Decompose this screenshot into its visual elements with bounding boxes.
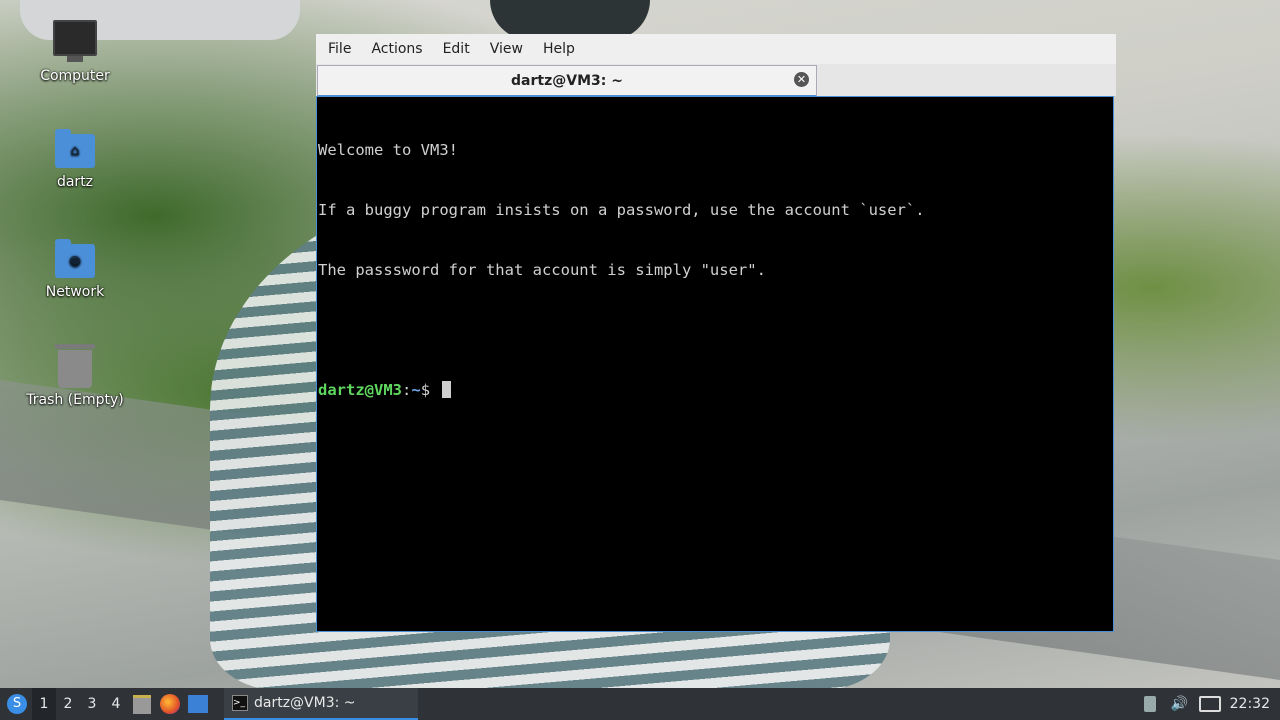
start-menu-icon: S	[7, 694, 27, 714]
desktop-icon-computer[interactable]: Computer	[25, 20, 125, 84]
volume-icon: 🔊	[1170, 696, 1189, 712]
show-desktop-icon	[188, 695, 208, 713]
prompt-line: dartz@VM3:~$	[318, 380, 1112, 400]
menu-actions[interactable]: Actions	[361, 34, 432, 64]
file-manager-launcher[interactable]	[128, 690, 156, 718]
clipboard-icon	[1143, 696, 1156, 712]
workspace-4[interactable]: 4	[104, 688, 128, 720]
desktop-launcher[interactable]	[184, 690, 212, 718]
menu-help[interactable]: Help	[533, 34, 585, 64]
task-label: dartz@VM3: ~	[254, 695, 356, 711]
terminal-tab[interactable]: dartz@VM3: ~ ✕	[317, 65, 817, 97]
tab-title: dartz@VM3: ~	[511, 72, 623, 89]
desktop-icon-label: Trash (Empty)	[26, 392, 124, 408]
terminal-output[interactable]: Welcome to VM3! If a buggy program insis…	[316, 96, 1114, 632]
prompt-symbol: $	[420, 381, 440, 399]
tab-bar: dartz@VM3: ~ ✕	[316, 64, 1116, 97]
close-tab-icon[interactable]: ✕	[794, 72, 809, 87]
menu-file[interactable]: File	[318, 34, 361, 64]
terminal-line: If a buggy program insists on a password…	[318, 201, 925, 219]
firefox-icon	[160, 694, 180, 714]
home-folder-icon: ⌂	[55, 129, 95, 168]
tray-network[interactable]	[1196, 688, 1224, 720]
taskbar-task-terminal[interactable]: >_ dartz@VM3: ~	[224, 688, 418, 720]
terminal-line: Welcome to VM3!	[318, 141, 458, 159]
file-manager-icon	[133, 694, 151, 714]
workspace-3[interactable]: 3	[80, 688, 104, 720]
menu-view[interactable]: View	[480, 34, 533, 64]
workspace-1[interactable]: 1	[32, 688, 56, 720]
system-tray: 🔊 22:32	[1134, 688, 1280, 720]
desktop-icon-home[interactable]: ⌂ dartz	[25, 129, 125, 190]
tray-clipboard[interactable]	[1136, 688, 1164, 720]
workspace-2[interactable]: 2	[56, 688, 80, 720]
terminal-window[interactable]: File Actions Edit View Help dartz@VM3: ~…	[316, 34, 1116, 634]
desktop-icon-label: Network	[45, 284, 105, 300]
menu-edit[interactable]: Edit	[433, 34, 480, 64]
taskbar: S 1 2 3 4 >_ dartz@VM3: ~ 🔊 22:32	[0, 688, 1280, 720]
tray-volume[interactable]: 🔊	[1166, 688, 1194, 720]
network-icon	[1198, 696, 1221, 712]
menu-bar: File Actions Edit View Help	[316, 34, 1116, 64]
computer-icon	[53, 20, 97, 62]
desktop-icon-label: dartz	[56, 174, 94, 190]
terminal-icon: >_	[232, 695, 248, 711]
start-menu-button[interactable]: S	[2, 689, 32, 719]
text-cursor	[442, 381, 452, 398]
firefox-launcher[interactable]	[156, 690, 184, 718]
terminal-line: The passsword for that account is simply…	[318, 261, 766, 279]
prompt-path: ~	[411, 381, 421, 399]
trash-icon	[55, 344, 95, 388]
desktop-icon-label: Computer	[40, 68, 110, 84]
prompt-separator: :	[402, 381, 412, 399]
network-folder-icon: ◉	[55, 239, 95, 278]
clock[interactable]: 22:32	[1230, 696, 1270, 712]
desktop-icon-network[interactable]: ◉ Network	[25, 239, 125, 300]
prompt-user-host: dartz@VM3	[318, 381, 402, 399]
desktop-icon-trash[interactable]: Trash (Empty)	[25, 344, 125, 408]
